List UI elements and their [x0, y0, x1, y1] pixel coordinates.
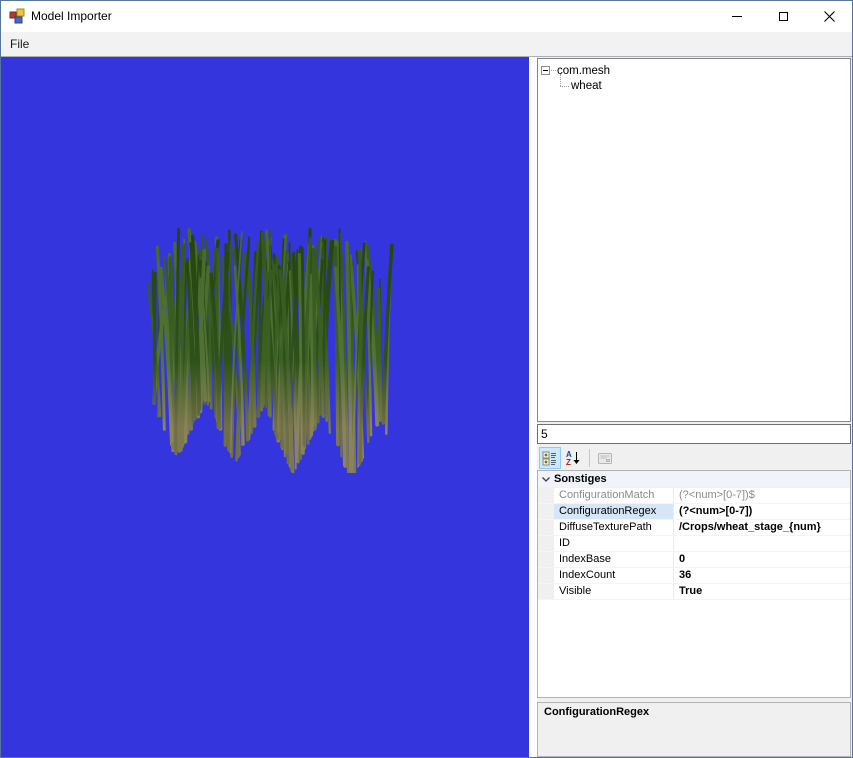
property-name: ID — [554, 536, 674, 551]
close-icon — [823, 10, 835, 22]
tree-connector-horizontal — [560, 86, 569, 87]
application-icon — [9, 8, 25, 24]
minimize-icon — [732, 15, 742, 17]
property-row-configuration-regex[interactable]: ConfigurationRegex (?<num>[0-7]) — [538, 504, 850, 520]
tree-collapse-toggle[interactable] — [541, 66, 550, 75]
property-value[interactable]: /Crops/wheat_stage_{num} — [674, 520, 850, 535]
minus-icon — [543, 70, 548, 71]
svg-text:Z: Z — [566, 458, 571, 466]
menu-bar: File — [1, 32, 852, 57]
property-grid: A Z Sonstiges ConfigurationMatch (?<num>… — [537, 446, 851, 757]
property-value: (?<num>[0-7])$ — [679, 489, 755, 501]
maximize-icon — [778, 11, 788, 21]
maximize-button[interactable] — [760, 1, 806, 31]
minimize-button[interactable] — [714, 1, 760, 31]
row-gutter — [538, 488, 554, 503]
close-button[interactable] — [806, 1, 852, 31]
property-row-index-base[interactable]: IndexBase 0 — [538, 552, 850, 568]
property-value[interactable]: True — [674, 584, 850, 599]
tree-connector — [551, 70, 556, 71]
property-grid-toolbar: A Z — [537, 446, 851, 470]
property-pages-button — [594, 447, 616, 469]
row-gutter — [538, 536, 554, 551]
row-gutter — [538, 504, 554, 519]
property-row-configuration-match[interactable]: ConfigurationMatch (?<num>[0-7])$ — [538, 488, 850, 504]
property-row-visible[interactable]: Visible True — [538, 584, 850, 600]
row-gutter — [538, 584, 554, 599]
property-name: ConfigurationMatch — [554, 488, 674, 503]
property-name: DiffuseTexturePath — [554, 520, 674, 535]
app-window: Model Importer File com.mesh wheat 5 A Z… — [0, 0, 853, 758]
property-grid-body: Sonstiges ConfigurationMatch (?<num>[0-7… — [537, 470, 851, 698]
categorized-icon — [542, 451, 556, 466]
mesh-tree[interactable]: com.mesh wheat — [537, 58, 851, 422]
tree-node-wheat[interactable]: wheat — [571, 78, 602, 94]
property-help-panel: ConfigurationRegex — [537, 702, 851, 757]
title-bar[interactable]: Model Importer — [1, 1, 852, 32]
property-value[interactable]: 36 — [674, 568, 850, 583]
property-row-id[interactable]: ID — [538, 536, 850, 552]
right-panel: com.mesh wheat 5 A Z Sonstiges Configura… — [537, 57, 852, 757]
tree-connector-vertical — [560, 74, 561, 86]
chevron-down-icon — [538, 471, 554, 487]
property-pages-icon — [598, 453, 612, 464]
property-name: ConfigurationRegex — [554, 504, 674, 519]
tree-node-com-mesh[interactable]: com.mesh — [557, 63, 610, 79]
window-title: Model Importer — [31, 9, 112, 23]
row-gutter — [538, 568, 554, 583]
alphabetical-icon: A Z — [566, 450, 580, 466]
help-property-title: ConfigurationRegex — [544, 706, 650, 718]
filter-input[interactable] — [537, 424, 851, 444]
property-value[interactable] — [674, 536, 850, 551]
categorized-button[interactable] — [539, 447, 561, 469]
wheat-model — [148, 227, 394, 473]
property-name: Visible — [554, 584, 674, 599]
property-name: IndexBase — [554, 552, 674, 567]
menu-file[interactable]: File — [1, 32, 38, 56]
category-label: Sonstiges — [554, 473, 607, 485]
property-row-index-count[interactable]: IndexCount 36 — [538, 568, 850, 584]
property-value[interactable]: (?<num>[0-7]) — [674, 504, 850, 519]
row-gutter — [538, 520, 554, 535]
property-value[interactable]: 0 — [674, 552, 850, 567]
render-viewport[interactable] — [1, 57, 529, 757]
caption-buttons — [714, 1, 852, 31]
property-name: IndexCount — [554, 568, 674, 583]
property-row-diffuse-texture-path[interactable]: DiffuseTexturePath /Crops/wheat_stage_{n… — [538, 520, 850, 536]
category-header[interactable]: Sonstiges — [538, 471, 850, 488]
alphabetical-button[interactable]: A Z — [562, 447, 584, 469]
toolbar-separator — [589, 449, 590, 467]
row-gutter — [538, 552, 554, 567]
